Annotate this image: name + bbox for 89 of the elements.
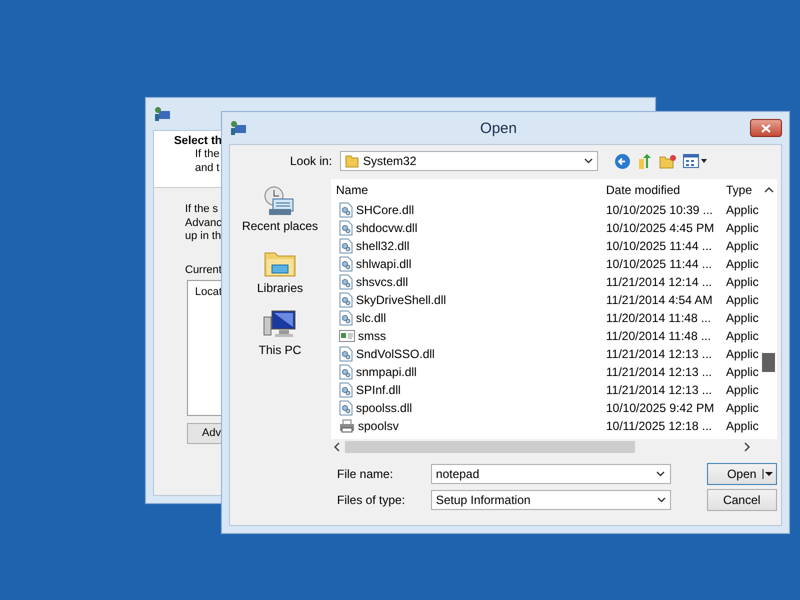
dll-file-icon	[339, 274, 353, 290]
type-cell-text: Applic	[725, 275, 760, 289]
column-header: Locat	[195, 286, 222, 298]
program-file-icon	[339, 329, 355, 343]
list-label: Current	[185, 264, 222, 276]
file-type-dropdown[interactable]: Setup Information	[430, 490, 671, 510]
dll-file-icon	[339, 382, 353, 398]
body-text: up in th	[185, 230, 222, 244]
file-name[interactable]: slc.dll	[331, 310, 601, 326]
file-name[interactable]: SkyDriveShell.dll	[331, 292, 601, 308]
body-text: If the s	[185, 203, 218, 216]
folder-icon	[345, 154, 360, 168]
file-name[interactable]: smss	[331, 329, 601, 343]
dll-file-icon	[339, 346, 353, 362]
view-menu-icon[interactable]	[683, 154, 708, 168]
type-cell-text: Applic	[725, 257, 760, 271]
dll-file-icon	[339, 220, 353, 236]
dll-file-icon	[339, 310, 353, 326]
cancel-button[interactable]: Cancel	[706, 489, 777, 511]
dll-file-icon	[339, 292, 353, 308]
column-header[interactable]: Name	[331, 183, 601, 197]
type-cell-text: Applic	[725, 203, 760, 217]
header-text: and t	[195, 161, 220, 175]
look-in-label: Look in:	[290, 154, 332, 168]
file-name[interactable]: SPInf.dll	[331, 382, 601, 398]
date-cell-text: 10/10/2025 11:44 ...	[605, 257, 713, 271]
place-item[interactable]: Libraries	[256, 247, 304, 295]
date-cell-text: 11/21/2014 12:13 ...	[605, 365, 713, 379]
open-button[interactable]: Open	[706, 463, 777, 485]
type-cell-text: Applic	[725, 293, 760, 307]
caret-icon[interactable]	[762, 469, 774, 479]
type-cell-text: Applic	[725, 419, 760, 433]
file-type-label: Files of type:	[337, 493, 406, 507]
date-cell-text: 10/10/2025 4:45 PM	[605, 221, 716, 235]
type-cell-text: Applic	[725, 221, 760, 235]
dll-file-icon	[339, 256, 353, 272]
up-folder-icon[interactable]	[637, 152, 654, 170]
file-name[interactable]: shlwapi.dll	[331, 256, 601, 272]
body-text: Advanc	[185, 216, 222, 230]
back-icon[interactable]	[614, 152, 632, 170]
header-text: If the	[195, 147, 220, 161]
file-name[interactable]: SHCore.dll	[331, 202, 601, 218]
printer-icon	[339, 419, 355, 433]
type-cell-text: Applic	[725, 365, 760, 379]
date-cell-text: 10/10/2025 9:42 PM	[605, 401, 716, 415]
file-name[interactable]: SndVolSSO.dll	[331, 346, 601, 362]
date-cell-text: 10/11/2025 12:18 ...	[605, 419, 713, 433]
dll-file-icon	[339, 238, 353, 254]
dll-file-icon	[339, 400, 353, 416]
dll-file-icon	[339, 202, 353, 218]
scroll-right-icon[interactable]	[743, 442, 751, 452]
close-icon	[761, 124, 772, 132]
scroll-thumb[interactable]	[762, 353, 775, 372]
file-name-field[interactable]: notepad	[430, 464, 671, 484]
date-cell-text: 11/20/2014 11:48 ...	[605, 311, 712, 325]
look-in-dropdown[interactable]: System32	[340, 151, 598, 171]
header-title: Select th	[174, 135, 222, 147]
type-cell-text: Applic	[725, 401, 760, 415]
file-name[interactable]: shsvcs.dll	[331, 274, 601, 290]
file-name[interactable]: shell32.dll	[331, 238, 601, 254]
date-cell-text: 11/21/2014 12:14 ...	[605, 275, 713, 289]
file-name[interactable]: spoolsv	[331, 419, 601, 433]
date-cell-text: 11/20/2014 11:48 ...	[605, 329, 712, 343]
type-cell-text: Applic	[725, 347, 760, 361]
type-cell-text: Applic	[725, 383, 760, 397]
column-header[interactable]: Type	[721, 183, 761, 197]
file-name[interactable]: shdocvw.dll	[331, 220, 601, 236]
date-cell-text: 10/10/2025 10:39 ...	[605, 203, 714, 217]
column-header[interactable]: Date modified	[601, 183, 721, 197]
date-cell-text: 11/21/2014 12:13 ...	[605, 347, 713, 361]
type-cell-text: Applic	[725, 239, 760, 253]
new-folder-icon[interactable]	[659, 154, 678, 168]
type-cell-text: Applic	[725, 329, 760, 343]
file-name[interactable]: spoolss.dll	[331, 400, 601, 416]
scroll-left-icon[interactable]	[333, 442, 341, 452]
file-name[interactable]: snmpapi.dll	[331, 364, 601, 380]
type-cell-text: Applic	[725, 311, 760, 325]
dll-file-icon	[339, 364, 353, 380]
date-cell-text: 10/10/2025 11:44 ...	[605, 239, 713, 253]
place-item[interactable]: This PC	[258, 309, 302, 357]
horizontal-scroll-thumb[interactable]	[345, 441, 635, 453]
place-item[interactable]: Recent places	[242, 185, 318, 233]
window-title: Open	[480, 120, 517, 136]
app-icon	[153, 106, 171, 122]
close-button[interactable]	[750, 119, 782, 137]
app-icon	[229, 120, 247, 136]
date-cell-text: 11/21/2014 12:13 ...	[605, 383, 713, 397]
file-name-label: File name:	[337, 467, 394, 481]
date-cell-text: 11/21/2014 4:54 AM	[605, 293, 714, 307]
